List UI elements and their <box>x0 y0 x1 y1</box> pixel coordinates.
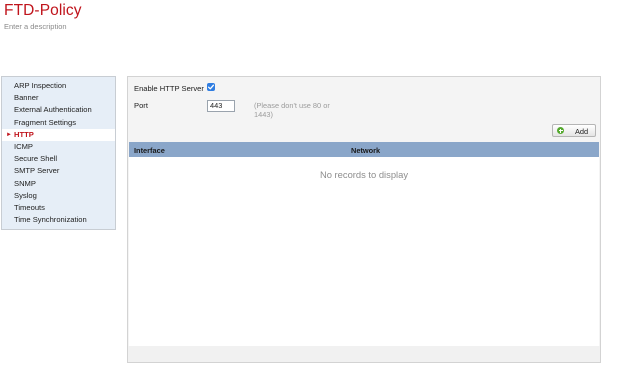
sidebar-item-icmp[interactable]: ICMP <box>2 141 115 153</box>
sidebar-item-label: Secure Shell <box>14 154 58 164</box>
http-settings-panel: Enable HTTP Server Port 443 (Please don'… <box>127 76 601 363</box>
port-hint: (Please don't use 80 or 1443) <box>254 101 330 120</box>
enable-http-label: Enable HTTP Server <box>134 84 204 93</box>
sidebar-item-arp-inspection[interactable]: ARP Inspection <box>2 80 115 92</box>
sidebar-item-secure-shell[interactable]: Secure Shell <box>2 153 115 165</box>
sidebar-item-label: External Authentication <box>14 105 92 115</box>
sidebar-item-http[interactable]: ► HTTP <box>2 128 115 141</box>
sidebar-item-label: ICMP <box>14 141 33 151</box>
sidebar-item-label: HTTP <box>14 129 34 139</box>
interfaces-table: Interface Network No records to display <box>129 142 599 346</box>
check-icon <box>207 84 215 90</box>
enable-http-checkbox[interactable] <box>207 83 215 91</box>
sidebar-item-label: Timeouts <box>14 202 45 212</box>
description-field[interactable]: Enter a description <box>4 22 67 31</box>
table-footer <box>128 346 600 362</box>
column-header-network[interactable]: Network <box>351 146 380 155</box>
sidebar-item-timeouts[interactable]: Timeouts <box>2 202 115 214</box>
sidebar-item-fragment-settings[interactable]: Fragment Settings <box>2 117 115 129</box>
sidebar-item-label: SNMP <box>14 178 36 188</box>
page-title: FTD-Policy <box>4 2 82 19</box>
sidebar-item-label: Fragment Settings <box>14 117 77 127</box>
port-input[interactable]: 443 <box>207 100 235 112</box>
sidebar-item-label: Syslog <box>14 190 37 200</box>
sidebar-item-label: Banner <box>14 93 39 103</box>
column-header-interface[interactable]: Interface <box>134 146 165 155</box>
sidebar-item-external-authentication[interactable]: External Authentication <box>2 104 115 116</box>
sidebar-item-smtp-server[interactable]: SMTP Server <box>2 165 115 177</box>
sidebar-item-label: ARP Inspection <box>14 81 67 90</box>
add-button[interactable]: Add <box>552 124 596 137</box>
sidebar-item-label: Time Synchronization <box>14 215 87 225</box>
settings-sidebar: ARP Inspection Banner External Authentic… <box>1 76 116 230</box>
sidebar-item-snmp[interactable]: SNMP <box>2 178 115 190</box>
sidebar-item-time-synchronization[interactable]: Time Synchronization <box>2 214 115 226</box>
empty-table-message: No records to display <box>319 169 409 180</box>
port-label: Port <box>134 101 148 110</box>
table-header: Interface Network <box>129 142 599 157</box>
add-button-label: Add <box>575 127 589 136</box>
active-arrow-icon: ► <box>6 131 12 138</box>
sidebar-item-syslog[interactable]: Syslog <box>2 190 115 202</box>
sidebar-item-label: SMTP Server <box>14 166 60 176</box>
sidebar-item-banner[interactable]: Banner <box>2 92 115 104</box>
add-icon <box>557 127 564 134</box>
